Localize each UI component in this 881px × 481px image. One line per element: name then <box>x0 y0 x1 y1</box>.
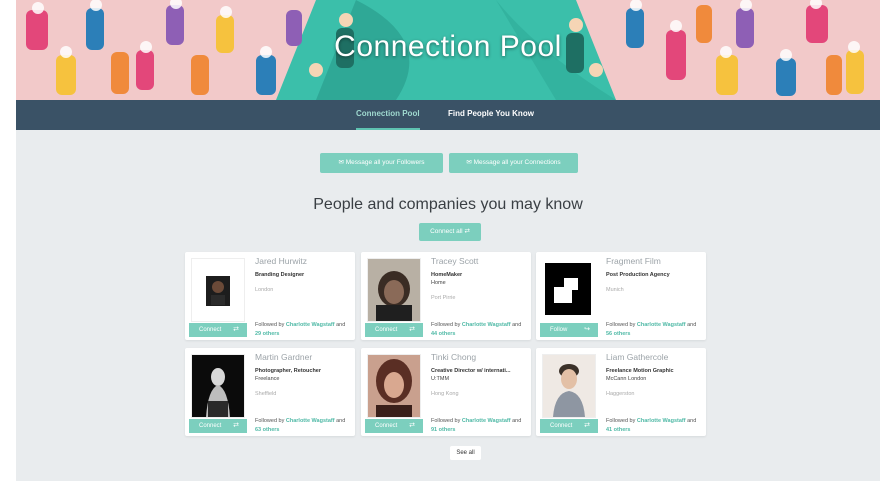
suggestion-card: Connect ⇄ Martin Gardner Photographer, Re… <box>185 348 355 436</box>
follower-link[interactable]: Charlotte Wagstaff <box>286 322 335 328</box>
follow-arrow-icon: ↪ <box>584 326 590 333</box>
connect-button[interactable]: Connect ⇄ <box>365 419 423 433</box>
person-name[interactable]: Martin Gardner <box>255 352 312 362</box>
avatar[interactable] <box>542 354 596 418</box>
followed-by-text: Followed by Charlotte Wagstaff and 41 ot… <box>606 418 697 433</box>
avatar[interactable] <box>367 258 421 322</box>
company-description: Post Production Agency <box>606 272 670 278</box>
others-link[interactable]: 41 others <box>606 427 630 433</box>
suggestion-card: Connect ⇄ Jared Hurwitz Branding Designer… <box>185 252 355 340</box>
avatar[interactable] <box>191 354 245 418</box>
message-connections-label: Message all your Connections <box>473 159 561 166</box>
job-title: Branding Designer <box>255 272 305 278</box>
others-link[interactable]: 56 others <box>606 331 630 337</box>
followed-by-text: Followed by Charlotte Wagstaff and 29 ot… <box>255 322 346 337</box>
page-title: Connection Pool <box>334 30 562 63</box>
job-title: Freelance Motion Graphic <box>606 368 674 374</box>
location-text: Haggerston <box>606 391 635 397</box>
message-connections-button[interactable]: ✉ Message all your Connections <box>449 153 578 173</box>
swap-arrows-icon: ⇄ <box>464 228 470 235</box>
swap-arrows-icon: ⇄ <box>409 422 415 429</box>
suggestion-card: Follow ↪ Fragment Film Post Production Ag… <box>536 252 706 340</box>
person-name[interactable]: Tinki Chong <box>431 352 476 362</box>
job-title: Photographer, Retoucher <box>255 368 322 374</box>
company-name: McCann London <box>606 376 647 382</box>
follower-link[interactable]: Charlotte Wagstaff <box>286 418 335 424</box>
connect-button[interactable]: Connect ⇄ <box>189 419 247 433</box>
suggestion-card: Connect ⇄ Liam Gathercole Freelance Motio… <box>536 348 706 436</box>
page-frame: Connection Pool Connection Pool Find Peo… <box>16 0 880 481</box>
follower-link[interactable]: Charlotte Wagstaff <box>637 322 686 328</box>
job-title: Creative Director w/ internati... <box>431 368 511 374</box>
connect-all-button[interactable]: Connect all ⇄ <box>419 223 481 241</box>
company-name-heading[interactable]: Fragment Film <box>606 256 661 266</box>
company-logo[interactable] <box>542 258 594 320</box>
others-link[interactable]: 91 others <box>431 427 455 433</box>
connect-button[interactable]: Connect ⇄ <box>189 323 247 337</box>
tab-find-people[interactable]: Find People You Know <box>448 100 534 130</box>
see-all-button[interactable]: See all <box>450 446 481 460</box>
company-name: Home <box>431 280 446 286</box>
suggestion-card: Connect ⇄ Tracey Scott HomeMaker Home Por… <box>361 252 531 340</box>
location-text: London <box>255 287 274 293</box>
others-link[interactable]: 63 others <box>255 427 279 433</box>
connect-button[interactable]: Connect ⇄ <box>540 419 598 433</box>
company-name: Freelance <box>255 376 280 382</box>
job-title: HomeMaker <box>431 272 463 278</box>
followed-by-text: Followed by Charlotte Wagstaff and 56 ot… <box>606 322 697 337</box>
message-followers-button[interactable]: ✉ Message all your Followers <box>320 153 443 173</box>
avatar[interactable] <box>191 258 245 322</box>
others-link[interactable]: 29 others <box>255 331 279 337</box>
swap-arrows-icon: ⇄ <box>233 326 239 333</box>
follower-link[interactable]: Charlotte Wagstaff <box>462 418 511 424</box>
swap-arrows-icon: ⇄ <box>409 326 415 333</box>
section-heading: People and companies you may know <box>313 196 583 213</box>
connect-all-label: Connect all <box>430 228 463 235</box>
tab-connection-pool[interactable]: Connection Pool <box>356 100 420 130</box>
followed-by-text: Followed by Charlotte Wagstaff and 91 ot… <box>431 418 522 433</box>
followed-by-text: Followed by Charlotte Wagstaff and 44 ot… <box>431 322 522 337</box>
person-name[interactable]: Tracey Scott <box>431 256 478 266</box>
speech-bubble-icon: ✉ <box>338 159 344 166</box>
location-text: Port Pirrie <box>431 295 456 301</box>
follower-link[interactable]: Charlotte Wagstaff <box>462 322 511 328</box>
connect-button[interactable]: Connect ⇄ <box>365 323 423 337</box>
location-text: Munich <box>606 287 624 293</box>
location-text: Sheffield <box>255 391 277 397</box>
location-text: Hong Kong <box>431 391 459 397</box>
avatar[interactable] <box>367 354 421 418</box>
company-name: U:TMM <box>431 376 450 382</box>
cover-banner: Connection Pool <box>16 0 880 100</box>
follower-link[interactable]: Charlotte Wagstaff <box>637 418 686 424</box>
person-name[interactable]: Liam Gathercole <box>606 352 668 362</box>
others-link[interactable]: 44 others <box>431 331 455 337</box>
suggestion-card: Connect ⇄ Tinki Chong Creative Director w… <box>361 348 531 436</box>
followed-by-text: Followed by Charlotte Wagstaff and 63 ot… <box>255 418 346 433</box>
person-name[interactable]: Jared Hurwitz <box>255 256 307 266</box>
tab-bar: Connection Pool Find People You Know <box>16 100 880 130</box>
follow-button[interactable]: Follow ↪ <box>540 323 598 337</box>
swap-arrows-icon: ⇄ <box>233 422 239 429</box>
speech-bubble-icon: ✉ <box>466 159 472 166</box>
message-followers-label: Message all your Followers <box>345 159 425 166</box>
swap-arrows-icon: ⇄ <box>584 422 590 429</box>
